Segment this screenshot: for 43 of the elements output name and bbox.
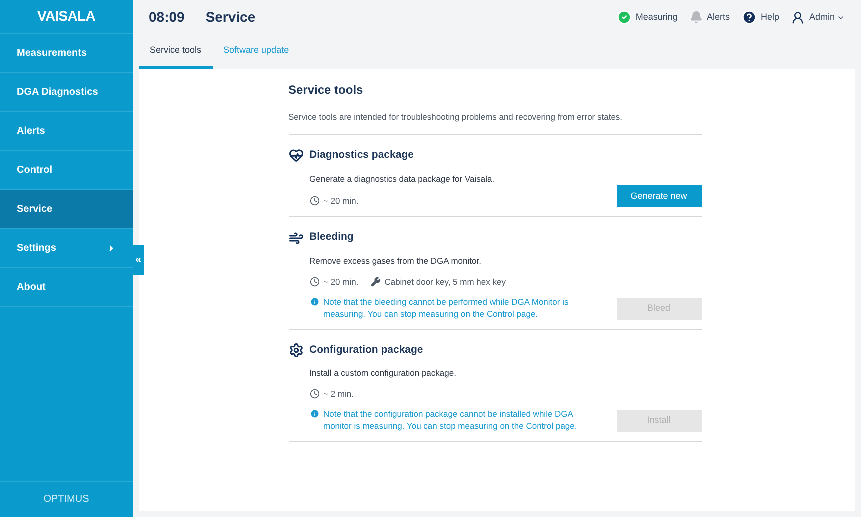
collapse-button[interactable]: « (133, 245, 144, 275)
tools-label: Cabinet door key, 5 mm hex key (384, 276, 506, 288)
sidebar-item[interactable]: Alerts (0, 112, 133, 151)
duration-label: ~ 20 min. (324, 194, 359, 208)
clock-icon (310, 196, 320, 206)
tool-title: Configuration package (310, 342, 424, 358)
info-icon (310, 408, 320, 419)
caret-icon (107, 244, 116, 252)
tab[interactable]: Software update (212, 35, 300, 69)
tool-description: Install a custom configuration package. (310, 367, 458, 380)
action-button[interactable]: Generate new (616, 185, 702, 208)
brand-logo: VAISALA (38, 7, 96, 26)
duration-label: ~ 20 min. (324, 276, 359, 288)
clock-time: 08:09 (149, 8, 185, 27)
footer-label: OPTIMUS (44, 493, 90, 507)
page-title: Service (206, 8, 256, 27)
wrench-icon (370, 277, 381, 288)
help-link[interactable]: Help (760, 10, 780, 24)
wind-icon (288, 230, 304, 246)
clock-icon (310, 389, 320, 400)
tool-description: Generate a diagnostics data package for Vaisala. (310, 172, 496, 186)
clock-icon (310, 277, 320, 288)
heart-pulse-icon (288, 148, 304, 164)
check-icon (616, 10, 632, 25)
user-menu[interactable]: Admin (809, 10, 835, 24)
status-label: Measuring (636, 10, 678, 24)
tool-title: Bleeding (310, 230, 354, 246)
tool-description: Remove excess gases from the DGA monitor. (310, 255, 482, 268)
gear-icon (288, 342, 304, 358)
sidebar-item[interactable]: Service (0, 190, 133, 229)
sidebar-item[interactable]: About (0, 268, 133, 307)
note-text: Note that the configuration package cannot be installed while DGA monitor is measuring. You can stop measuring on the Control page. (324, 408, 578, 432)
intro-text: Service tools are intended for troubleshooting problems and recovering from error states. (288, 111, 702, 135)
tool-title: Diagnostics package (310, 148, 414, 163)
sidebar-item[interactable]: Measurements (0, 34, 133, 73)
help-icon[interactable] (742, 10, 757, 25)
user-icon (791, 10, 806, 24)
section-title: Service tools (288, 82, 364, 99)
alerts-link[interactable]: Alerts (706, 10, 730, 24)
info-icon (310, 296, 320, 306)
duration-label: ~ 2 min. (324, 388, 354, 401)
sidebar-item[interactable]: DGA Diagnostics (0, 73, 133, 112)
note-text: Note that the bleeding cannot be performed while DGA Monitor is measuring. You can stop measuring on the Control page. (324, 296, 570, 320)
